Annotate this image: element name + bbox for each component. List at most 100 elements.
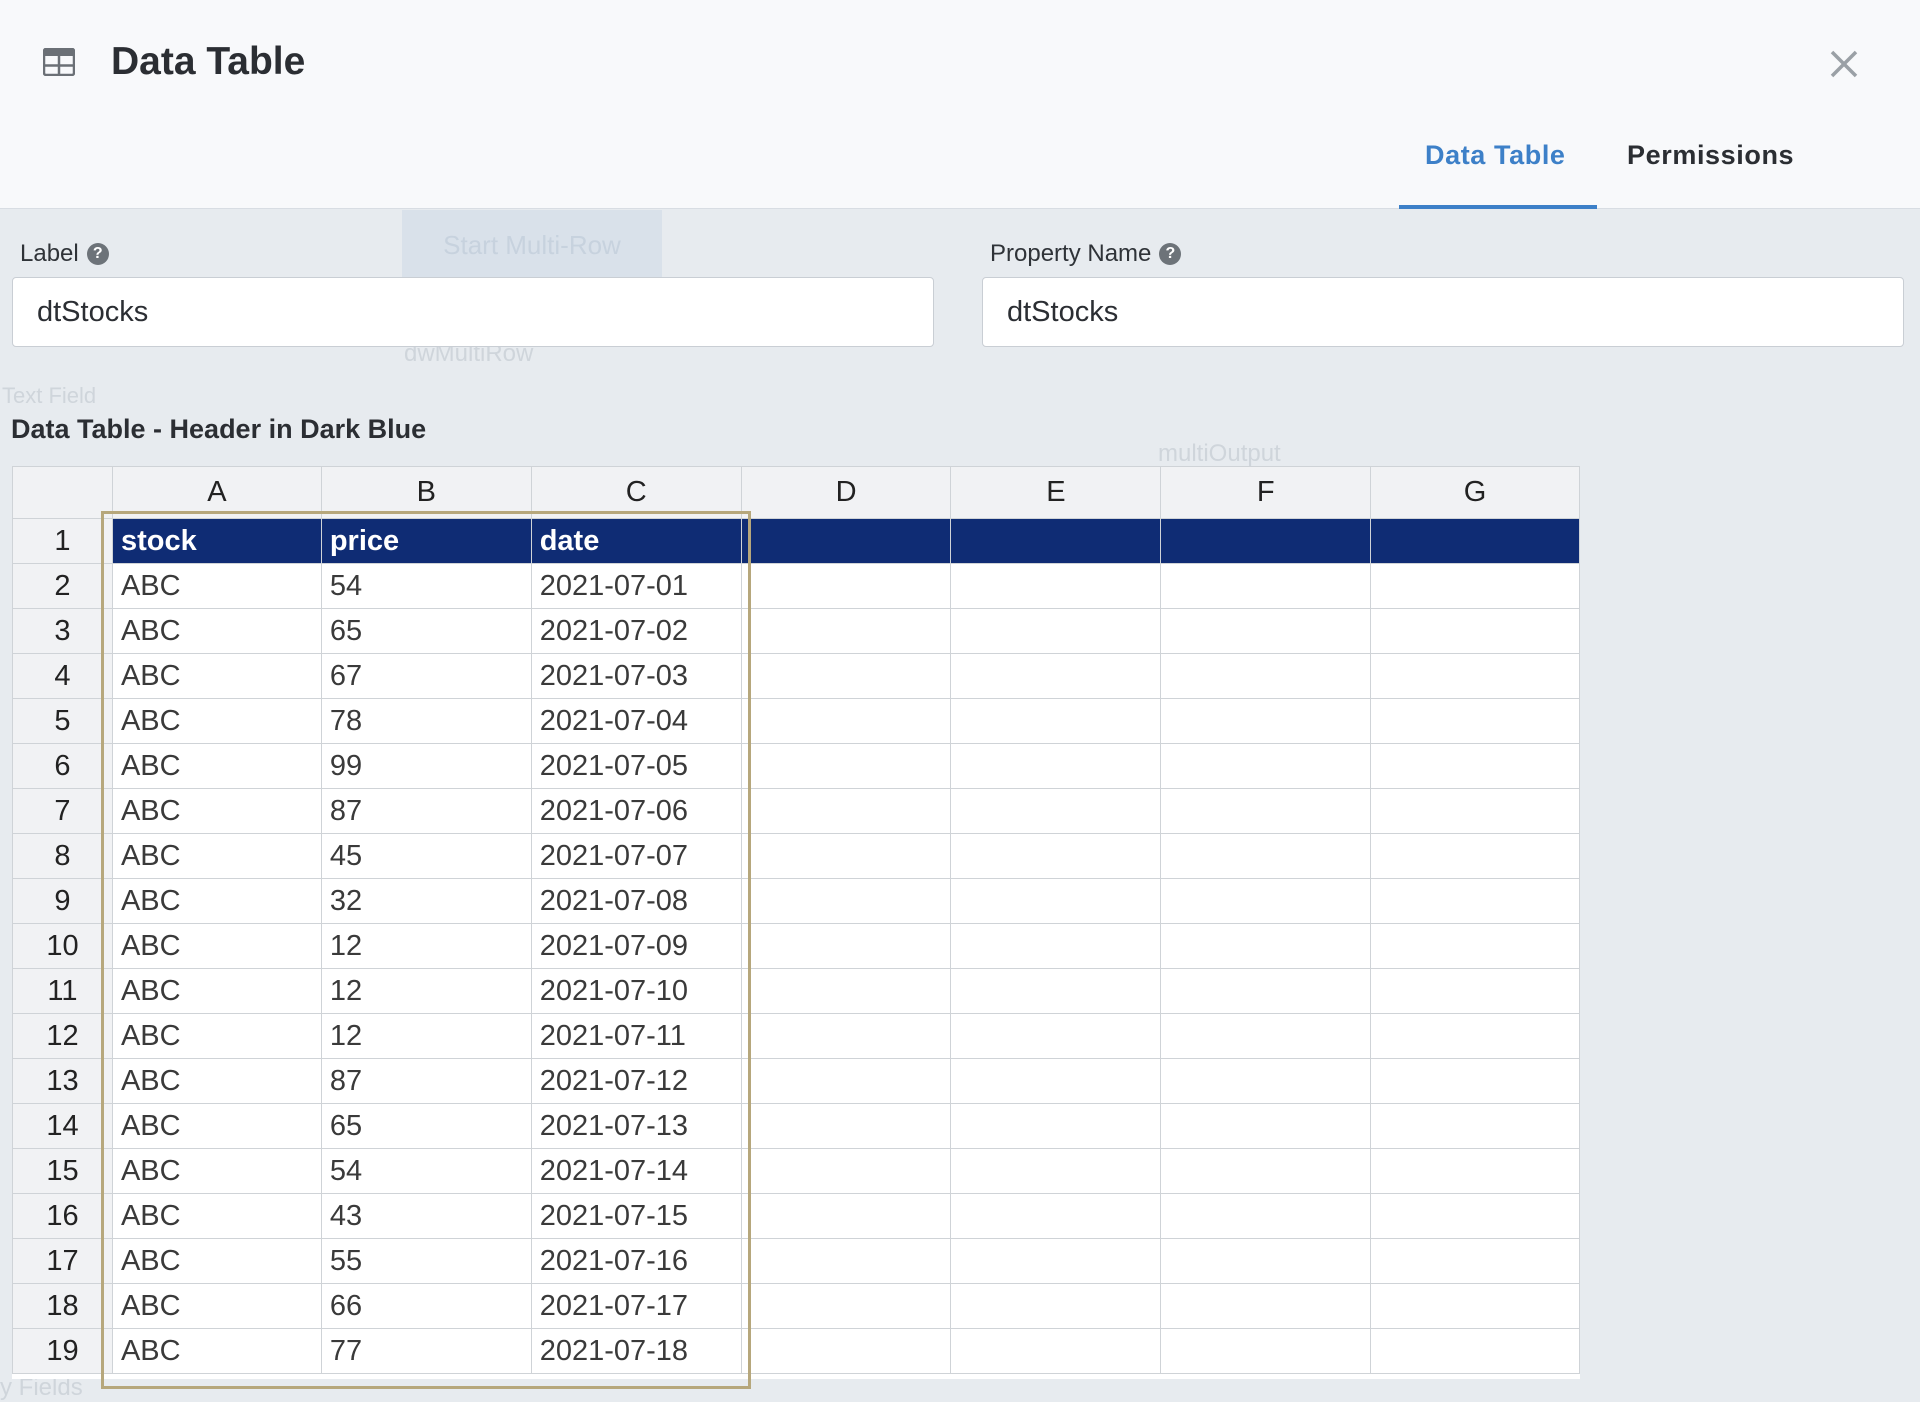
cell-f6[interactable]: [1160, 743, 1372, 789]
column-header-a[interactable]: A: [111, 466, 322, 519]
cell-g1[interactable]: [1370, 518, 1580, 564]
cell-g4[interactable]: [1370, 653, 1580, 699]
cell-e2[interactable]: [950, 563, 1162, 609]
cell-f10[interactable]: [1160, 923, 1372, 969]
cell-c19[interactable]: 2021-07-18: [530, 1328, 742, 1374]
spreadsheet-grid[interactable]: ABCDEFG 1 stock price date 2 ABC 54 2021-07-01 3…: [12, 466, 1580, 1374]
cell-e3[interactable]: [950, 608, 1162, 654]
cell-f3[interactable]: [1160, 608, 1372, 654]
property-name-input[interactable]: [982, 277, 1904, 347]
cell-a9[interactable]: ABC: [111, 878, 322, 924]
cell-a12[interactable]: ABC: [111, 1013, 322, 1059]
row-number[interactable]: 5: [12, 698, 113, 744]
cell-c13[interactable]: 2021-07-12: [530, 1058, 742, 1104]
cell-c7[interactable]: 2021-07-06: [530, 788, 742, 834]
cell-b18[interactable]: 66: [320, 1283, 532, 1329]
cell-e6[interactable]: [950, 743, 1162, 789]
cell-g18[interactable]: [1370, 1283, 1580, 1329]
cell-b7[interactable]: 87: [320, 788, 532, 834]
cell-b13[interactable]: 87: [320, 1058, 532, 1104]
cell-a8[interactable]: ABC: [111, 833, 322, 879]
cell-f17[interactable]: [1160, 1238, 1372, 1284]
cell-c18[interactable]: 2021-07-17: [530, 1283, 742, 1329]
cell-b1[interactable]: price: [320, 518, 532, 564]
cell-a13[interactable]: ABC: [111, 1058, 322, 1104]
cell-e15[interactable]: [950, 1148, 1162, 1194]
cell-d17[interactable]: [740, 1238, 952, 1284]
cell-e9[interactable]: [950, 878, 1162, 924]
cell-d16[interactable]: [740, 1193, 952, 1239]
row-number[interactable]: 10: [12, 923, 113, 969]
cell-b16[interactable]: 43: [320, 1193, 532, 1239]
cell-b19[interactable]: 77: [320, 1328, 532, 1374]
cell-a16[interactable]: ABC: [111, 1193, 322, 1239]
cell-f9[interactable]: [1160, 878, 1372, 924]
cell-b17[interactable]: 55: [320, 1238, 532, 1284]
cell-b3[interactable]: 65: [320, 608, 532, 654]
cell-e11[interactable]: [950, 968, 1162, 1014]
column-header-c[interactable]: C: [530, 466, 742, 519]
cell-f2[interactable]: [1160, 563, 1372, 609]
cell-f14[interactable]: [1160, 1103, 1372, 1149]
cell-c16[interactable]: 2021-07-15: [530, 1193, 742, 1239]
cell-a4[interactable]: ABC: [111, 653, 322, 699]
cell-e14[interactable]: [950, 1103, 1162, 1149]
cell-b15[interactable]: 54: [320, 1148, 532, 1194]
cell-g5[interactable]: [1370, 698, 1580, 744]
cell-a18[interactable]: ABC: [111, 1283, 322, 1329]
cell-a11[interactable]: ABC: [111, 968, 322, 1014]
cell-f15[interactable]: [1160, 1148, 1372, 1194]
cell-f12[interactable]: [1160, 1013, 1372, 1059]
cell-f8[interactable]: [1160, 833, 1372, 879]
cell-a19[interactable]: ABC: [111, 1328, 322, 1374]
cell-d6[interactable]: [740, 743, 952, 789]
cell-d18[interactable]: [740, 1283, 952, 1329]
row-number[interactable]: 9: [12, 878, 113, 924]
cell-d10[interactable]: [740, 923, 952, 969]
cell-b12[interactable]: 12: [320, 1013, 532, 1059]
cell-d13[interactable]: [740, 1058, 952, 1104]
cell-b10[interactable]: 12: [320, 923, 532, 969]
row-number[interactable]: 17: [12, 1238, 113, 1284]
cell-f7[interactable]: [1160, 788, 1372, 834]
column-header-e[interactable]: E: [950, 466, 1162, 519]
cell-g7[interactable]: [1370, 788, 1580, 834]
cell-f5[interactable]: [1160, 698, 1372, 744]
row-number[interactable]: 3: [12, 608, 113, 654]
row-number[interactable]: 1: [12, 518, 113, 564]
cell-a5[interactable]: ABC: [111, 698, 322, 744]
cell-b9[interactable]: 32: [320, 878, 532, 924]
cell-a2[interactable]: ABC: [111, 563, 322, 609]
row-number[interactable]: 14: [12, 1103, 113, 1149]
cell-e1[interactable]: [950, 518, 1162, 564]
cell-f1[interactable]: [1160, 518, 1372, 564]
row-number[interactable]: 15: [12, 1148, 113, 1194]
cell-a17[interactable]: ABC: [111, 1238, 322, 1284]
cell-e19[interactable]: [950, 1328, 1162, 1374]
cell-e17[interactable]: [950, 1238, 1162, 1284]
cell-e12[interactable]: [950, 1013, 1162, 1059]
cell-c6[interactable]: 2021-07-05: [530, 743, 742, 789]
cell-a10[interactable]: ABC: [111, 923, 322, 969]
cell-g19[interactable]: [1370, 1328, 1580, 1374]
row-number[interactable]: 4: [12, 653, 113, 699]
cell-b5[interactable]: 78: [320, 698, 532, 744]
cell-b11[interactable]: 12: [320, 968, 532, 1014]
cell-c12[interactable]: 2021-07-11: [530, 1013, 742, 1059]
corner-cell[interactable]: [12, 466, 113, 519]
cell-c5[interactable]: 2021-07-04: [530, 698, 742, 744]
cell-g2[interactable]: [1370, 563, 1580, 609]
cell-f11[interactable]: [1160, 968, 1372, 1014]
cell-d3[interactable]: [740, 608, 952, 654]
cell-d11[interactable]: [740, 968, 952, 1014]
label-input[interactable]: [12, 277, 934, 347]
cell-e18[interactable]: [950, 1283, 1162, 1329]
row-number[interactable]: 19: [12, 1328, 113, 1374]
cell-g12[interactable]: [1370, 1013, 1580, 1059]
cell-a14[interactable]: ABC: [111, 1103, 322, 1149]
cell-a1[interactable]: stock: [111, 518, 322, 564]
cell-g6[interactable]: [1370, 743, 1580, 789]
row-number[interactable]: 11: [12, 968, 113, 1014]
cell-d19[interactable]: [740, 1328, 952, 1374]
cell-c8[interactable]: 2021-07-07: [530, 833, 742, 879]
